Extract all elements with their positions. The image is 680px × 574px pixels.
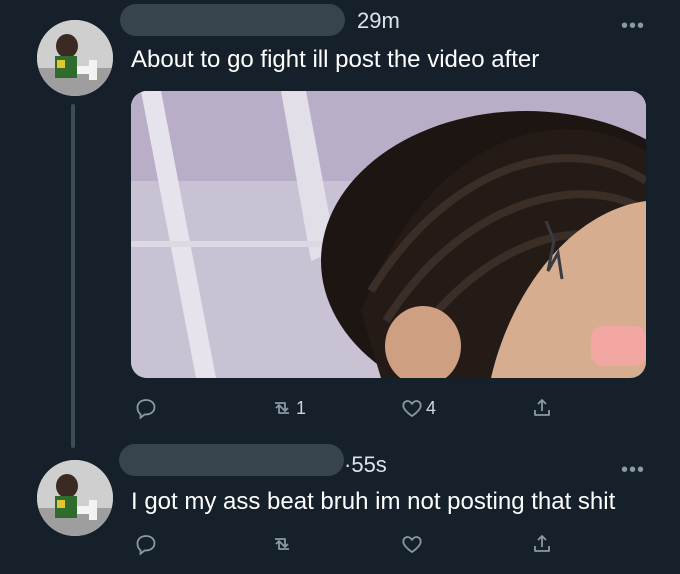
tweet-text: I got my ass beat bruh im not posting th…: [131, 488, 616, 515]
author-name-redacted[interactable]: [119, 444, 344, 476]
like-button[interactable]: 4: [400, 396, 436, 420]
retweet-count: 1: [296, 398, 307, 418]
tweet-media-image[interactable]: [131, 91, 646, 378]
share-icon: [534, 399, 550, 416]
tweet-text: About to go fight ill post the video aft…: [131, 46, 540, 73]
like-count: 4: [426, 398, 437, 418]
retweet-icon: [275, 538, 289, 550]
more-options-icon[interactable]: •••: [621, 460, 645, 480]
like-button[interactable]: [400, 532, 426, 556]
share-button[interactable]: [530, 532, 554, 556]
like-icon: [402, 400, 422, 418]
tweet-timestamp[interactable]: ·55s: [344, 454, 387, 476]
like-icon: [402, 536, 422, 554]
share-button[interactable]: [530, 396, 554, 420]
share-icon: [534, 535, 550, 552]
author-name-redacted[interactable]: [120, 4, 345, 36]
retweet-icon: [275, 402, 289, 414]
retweet-button[interactable]: 1: [270, 396, 306, 420]
timestamp-value: 55s: [351, 452, 387, 477]
reply-button[interactable]: [134, 532, 160, 556]
thread-line: [71, 104, 75, 448]
avatar-photo: [37, 20, 113, 96]
reply-icon: [136, 535, 156, 556]
avatar[interactable]: [37, 460, 113, 536]
reply-button[interactable]: [134, 396, 160, 420]
braids-photo: [131, 91, 646, 378]
reply-icon: [136, 399, 156, 420]
tweet-timestamp[interactable]: 29m: [357, 10, 400, 32]
avatar-photo: [37, 460, 113, 536]
avatar[interactable]: [37, 20, 113, 96]
more-options-icon[interactable]: •••: [621, 16, 645, 36]
retweet-button[interactable]: [270, 532, 296, 556]
